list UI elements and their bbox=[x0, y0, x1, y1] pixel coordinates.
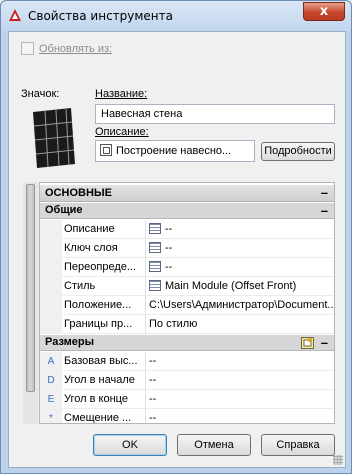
scrollbar-thumb[interactable] bbox=[26, 184, 35, 392]
property-row-base-height[interactable]: A Базовая выс... -- bbox=[40, 352, 334, 371]
marker-star-icon: * bbox=[40, 409, 62, 423]
property-value[interactable]: -- bbox=[147, 409, 334, 423]
close-button[interactable]: x bbox=[303, 2, 345, 21]
properties-grid: ОСНОВНЫЕ – Общие – Описание -- Ключ слоя… bbox=[39, 182, 335, 424]
property-name: Смещение ... bbox=[62, 409, 146, 423]
property-row-location[interactable]: Положение... C:\Users\Администратор\Docu… bbox=[40, 296, 334, 315]
ok-button[interactable]: OK bbox=[93, 434, 167, 456]
property-value[interactable]: По стилю bbox=[147, 315, 334, 334]
collapse-icon[interactable]: – bbox=[321, 203, 328, 218]
property-value[interactable]: -- bbox=[147, 239, 334, 258]
dimension-settings-icon[interactable] bbox=[301, 337, 314, 349]
property-value[interactable]: -- bbox=[147, 258, 334, 277]
collapse-icon[interactable]: – bbox=[321, 185, 328, 200]
property-name: Угол в начале bbox=[62, 371, 146, 390]
category-general-label: Общие bbox=[45, 204, 83, 216]
table-icon bbox=[149, 261, 161, 272]
description-label: Описание: bbox=[95, 126, 149, 138]
cancel-button[interactable]: Отмена bbox=[177, 434, 251, 456]
property-value[interactable]: -- bbox=[147, 220, 334, 239]
property-row-bounds[interactable]: Границы пр... По стилю bbox=[40, 315, 334, 334]
property-name: Границы пр... bbox=[62, 315, 146, 334]
property-row-style[interactable]: Стиль Main Module (Offset Front) bbox=[40, 277, 334, 296]
autocad-logo-icon bbox=[9, 9, 21, 21]
icon-label: Значок: bbox=[21, 88, 60, 100]
section-main-label: ОСНОВНЫЕ bbox=[45, 187, 112, 199]
property-name: Ключ слоя bbox=[62, 239, 146, 258]
description-value: Построение навесно... bbox=[116, 145, 232, 157]
help-button[interactable]: Справка bbox=[261, 434, 335, 456]
property-name: Стиль bbox=[62, 277, 146, 296]
dialog-body: Обновлять из: Значок: Название: Навесная… bbox=[8, 31, 346, 468]
curtain-wall-preview-icon[interactable] bbox=[31, 106, 77, 170]
property-name: Описание bbox=[62, 220, 146, 239]
property-row-offset[interactable]: * Смещение ... -- bbox=[40, 409, 334, 423]
property-name: Положение... bbox=[62, 296, 146, 315]
marker-d-icon: D bbox=[40, 371, 62, 390]
category-general[interactable]: Общие – bbox=[40, 203, 334, 219]
window-title: Свойства инструмента bbox=[28, 9, 173, 23]
name-label: Название: bbox=[95, 88, 148, 100]
property-name: Угол в конце bbox=[62, 390, 146, 409]
properties-scrollbar[interactable] bbox=[23, 182, 38, 424]
update-from-label: Обновлять из: bbox=[39, 42, 113, 55]
property-value[interactable]: Main Module (Offset Front) bbox=[147, 277, 334, 296]
property-value[interactable]: -- bbox=[147, 371, 334, 390]
property-row-end-angle[interactable]: E Угол в конце -- bbox=[40, 390, 334, 409]
collapse-icon[interactable]: – bbox=[321, 335, 328, 350]
details-button[interactable]: Подробности bbox=[261, 142, 335, 161]
marker-a-icon: A bbox=[40, 352, 62, 371]
style-icon bbox=[149, 280, 161, 291]
property-row-overrides[interactable]: Переопреде... -- bbox=[40, 258, 334, 277]
property-row-layer-key[interactable]: Ключ слоя -- bbox=[40, 239, 334, 258]
update-from-checkbox[interactable] bbox=[21, 42, 34, 55]
property-value[interactable]: C:\Users\Администратор\Document... bbox=[147, 296, 334, 315]
table-icon bbox=[149, 242, 161, 253]
tool-properties-window: Свойства инструмента x Обновлять из: Зна… bbox=[0, 0, 352, 474]
category-dimensions[interactable]: Размеры – bbox=[40, 335, 334, 351]
category-dimensions-label: Размеры bbox=[45, 336, 95, 348]
property-name: Базовая выс... bbox=[62, 352, 146, 371]
table-icon bbox=[149, 223, 161, 234]
description-field[interactable]: Построение навесно... bbox=[95, 140, 255, 162]
text-edit-icon bbox=[100, 144, 112, 156]
property-name: Переопреде... bbox=[62, 258, 146, 277]
title-bar[interactable]: Свойства инструмента x bbox=[1, 1, 351, 31]
property-value[interactable]: -- bbox=[147, 390, 334, 409]
marker-e-icon: E bbox=[40, 390, 62, 409]
section-header-main[interactable]: ОСНОВНЫЕ – bbox=[40, 185, 334, 202]
property-row-start-angle[interactable]: D Угол в начале -- bbox=[40, 371, 334, 390]
property-row-description[interactable]: Описание -- bbox=[40, 220, 334, 239]
property-value[interactable]: -- bbox=[147, 352, 334, 371]
update-from-row: Обновлять из: bbox=[21, 42, 112, 58]
name-input[interactable]: Навесная стена bbox=[95, 104, 335, 124]
resize-grip-icon[interactable] bbox=[333, 455, 343, 465]
